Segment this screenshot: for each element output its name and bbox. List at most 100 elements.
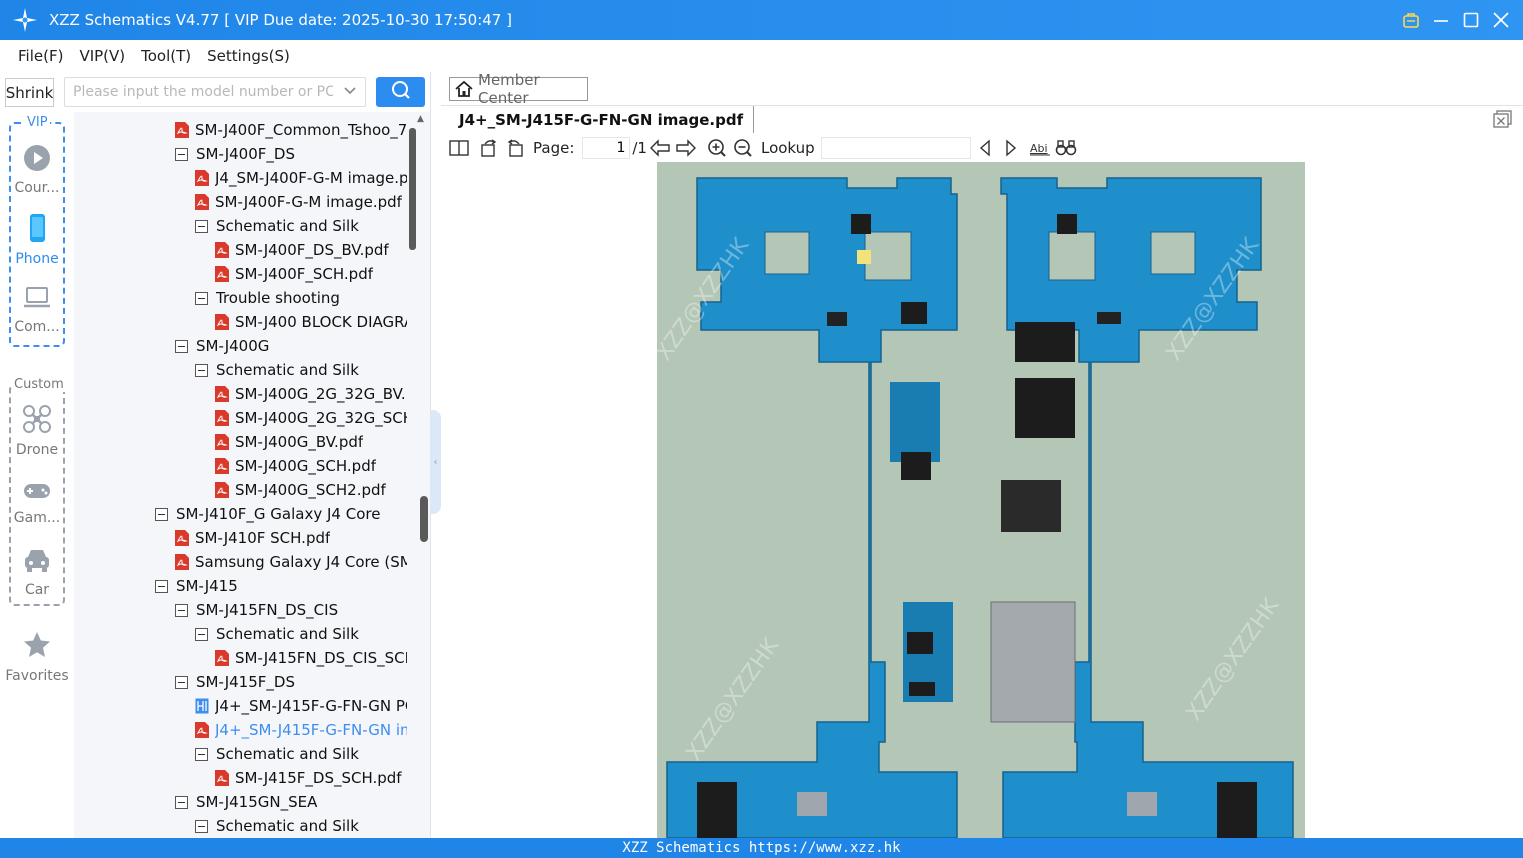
category-favorites[interactable]: Favorites — [0, 630, 74, 690]
menu-file[interactable]: File(F) — [18, 47, 63, 65]
tree-node-label: SM-J400G_SCH.pdf — [235, 457, 376, 475]
find-next-icon[interactable] — [1003, 137, 1019, 159]
pdf-viewer[interactable]: XZZ@XZZHK XZZ@XZZHK XZZ@XZZHK XZZ@XZZHK — [441, 162, 1523, 838]
tree-folder-node[interactable]: SM-J415 — [155, 574, 407, 598]
tree-folder-node[interactable]: SM-J400F_DS — [175, 142, 407, 166]
tree-file-node[interactable]: J4+_SM-J415F-G-FN-GN PCB — [195, 694, 407, 718]
tree-folder-node[interactable]: Schematic and Silk — [195, 742, 407, 766]
pdf-file-icon — [215, 482, 229, 498]
tree-file-node[interactable]: SM-J400F_DS_BV.pdf — [215, 238, 407, 262]
play-icon — [23, 144, 51, 176]
tree-file-node[interactable]: SM-J400G_2G_32G_SCH.pdf — [215, 406, 407, 430]
category-courses[interactable]: Cour... — [0, 144, 74, 204]
tree-file-node[interactable]: Samsung Galaxy J4 Core (SM-J410F) — [175, 550, 407, 574]
collapse-toggle-icon[interactable] — [195, 363, 208, 377]
tree-folder-node[interactable]: Schematic and Silk — [195, 622, 407, 646]
tree-file-node[interactable]: SM-J415F_DS_SCH.pdf — [215, 766, 407, 790]
search-button[interactable] — [376, 77, 425, 107]
tree-file-node[interactable]: SM-J415FN_DS_CIS_SCH.pdf — [215, 646, 407, 670]
rotate-right-icon[interactable] — [505, 137, 525, 159]
tree-file-node[interactable]: SM-J400F_SCH.pdf — [215, 262, 407, 286]
star-icon — [22, 630, 52, 664]
collapse-toggle-icon[interactable] — [155, 579, 168, 593]
prev-page-icon[interactable] — [649, 137, 671, 159]
model-search-combo[interactable] — [64, 77, 366, 107]
chevron-down-icon[interactable] — [343, 84, 357, 102]
collapse-toggle-icon[interactable] — [195, 219, 208, 233]
tree-file-node[interactable]: J4+_SM-J415F-G-FN-GN image.pdf — [195, 718, 407, 742]
tree-folder-node[interactable]: Schematic and Silk — [195, 214, 407, 238]
tree-folder-node[interactable]: Trouble shooting — [195, 286, 407, 310]
minimize-icon[interactable] — [1431, 10, 1451, 30]
shrink-button[interactable]: Shrink — [5, 78, 54, 107]
category-computer[interactable]: Com... — [0, 285, 74, 345]
tree-folder-node[interactable]: SM-J415FN_DS_CIS — [175, 598, 407, 622]
tree-node-label: J4+_SM-J415F-G-FN-GN PCB — [215, 697, 407, 715]
collapse-toggle-icon[interactable] — [195, 627, 208, 641]
tree-folder-node[interactable]: SM-J415GN_SEA — [175, 790, 407, 814]
close-icon[interactable] — [1491, 10, 1511, 30]
member-center-button[interactable]: Member Center — [449, 71, 588, 107]
tree-node-label: SM-J415FN_DS_CIS_SCH.pdf — [235, 649, 407, 667]
tree-scrollbar-outer-thumb[interactable] — [420, 496, 428, 542]
category-label: Favorites — [5, 668, 69, 684]
tree-file-node[interactable]: SM-J400 BLOCK DIAGRAM — [215, 310, 407, 334]
match-case-icon[interactable]: Abi — [1029, 137, 1051, 159]
tree-file-node[interactable]: SM-J400G_SCH2.pdf — [215, 478, 407, 502]
collapse-toggle-icon[interactable] — [195, 747, 208, 761]
pdf-file-icon — [215, 770, 229, 786]
zoom-in-icon[interactable] — [707, 137, 727, 159]
find-binoculars-icon[interactable] — [1055, 137, 1077, 159]
collapse-toggle-icon[interactable] — [155, 507, 168, 521]
tree-node-label: SM-J415F_DS_SCH.pdf — [235, 769, 402, 787]
tree-folder-node[interactable]: Schematic and Silk — [195, 358, 407, 382]
pdf-page: XZZ@XZZHK XZZ@XZZHK XZZ@XZZHK XZZ@XZZHK — [657, 162, 1305, 838]
close-all-tabs-icon[interactable] — [1493, 110, 1513, 132]
model-search-input[interactable] — [73, 84, 333, 100]
tree-folder-node[interactable]: Schematic and Silk — [195, 814, 407, 838]
menu-settings[interactable]: Settings(S) — [207, 47, 290, 65]
tree-file-node[interactable]: SM-J400G_2G_32G_BV.pdf — [215, 382, 407, 406]
collapse-panel-handle[interactable]: ‹ — [430, 410, 441, 514]
tree-file-node[interactable]: SM-J410F SCH.pdf — [175, 526, 407, 550]
zoom-out-icon[interactable] — [733, 137, 753, 159]
scroll-up-arrow-icon[interactable]: ▲ — [417, 114, 424, 124]
category-car[interactable]: Car — [0, 546, 74, 606]
lookup-input[interactable] — [820, 136, 971, 159]
tree-file-node[interactable]: SM-J400F_Common_Tshoo_7.pdf — [175, 118, 407, 142]
menu-tool[interactable]: Tool(T) — [141, 47, 191, 65]
category-game[interactable]: Gam... — [0, 480, 74, 540]
collapse-toggle-icon[interactable] — [175, 603, 188, 617]
document-tab[interactable]: J4+_SM-J415F-G-FN-GN image.pdf — [449, 106, 755, 133]
maximize-icon[interactable] — [1461, 10, 1481, 30]
page-number-input[interactable] — [582, 136, 631, 159]
sidebar-toggle-icon[interactable] — [449, 137, 469, 159]
collapse-toggle-icon[interactable] — [195, 291, 208, 305]
tree-file-node[interactable]: SM-J400G_SCH.pdf — [215, 454, 407, 478]
category-drone[interactable]: Drone — [0, 404, 74, 464]
tree-node-label: SM-J415 — [176, 577, 238, 595]
collapse-toggle-icon[interactable] — [175, 795, 188, 809]
tree-folder-node[interactable]: SM-J410F_G Galaxy J4 Core — [155, 502, 407, 526]
tree-file-node[interactable]: SM-J400F-G-M image.pdf — [195, 190, 407, 214]
svg-text:Abi: Abi — [1030, 142, 1048, 155]
category-phone[interactable]: Phone — [0, 213, 74, 273]
menu-vip[interactable]: VIP(V) — [79, 47, 125, 65]
vip-group-label: VIP — [25, 115, 50, 130]
tree-file-node[interactable]: J4_SM-J400F-G-M image.pdf — [195, 166, 407, 190]
collapse-toggle-icon[interactable] — [175, 147, 188, 161]
phone-icon — [23, 213, 51, 247]
tree-scrollbar-thumb[interactable] — [409, 128, 416, 250]
rotate-left-icon[interactable] — [479, 137, 499, 159]
collapse-toggle-icon[interactable] — [195, 819, 208, 833]
collapse-toggle-icon[interactable] — [175, 675, 188, 689]
tree-file-node[interactable]: SM-J400G_BV.pdf — [215, 430, 407, 454]
pdf-file-icon — [215, 434, 229, 450]
tree-folder-node[interactable]: SM-J415F_DS — [175, 670, 407, 694]
next-page-icon[interactable] — [675, 137, 697, 159]
vip-bag-icon[interactable] — [1401, 10, 1421, 30]
tree-node-label: SM-J410F_G Galaxy J4 Core — [176, 505, 381, 523]
collapse-toggle-icon[interactable] — [175, 339, 188, 353]
tree-folder-node[interactable]: SM-J400G — [175, 334, 407, 358]
find-prev-icon[interactable] — [977, 137, 993, 159]
